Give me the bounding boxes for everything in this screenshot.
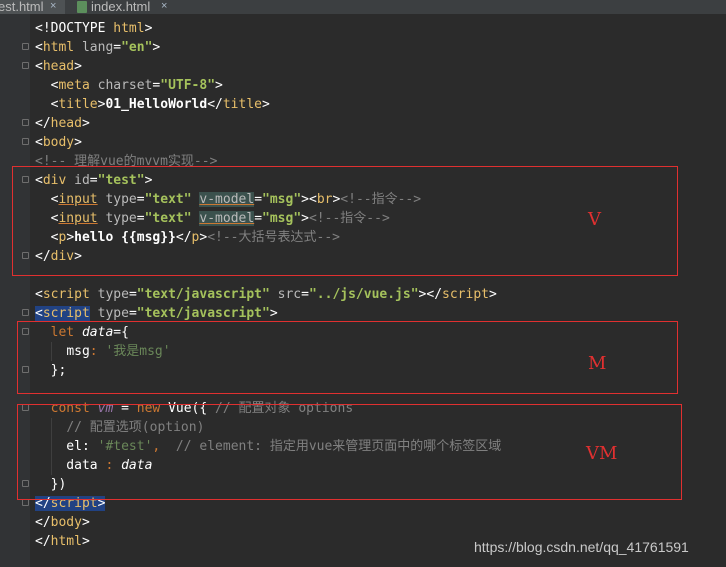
viewmodel-annotation-box [17,404,682,500]
code-line: <title>01_HelloWorld</title> [35,97,270,112]
model-label: M [588,353,607,374]
fold-marker-icon[interactable] [22,43,29,50]
fold-marker-icon[interactable] [22,62,29,69]
code-line: <html lang="en"> [35,40,161,55]
code-line: <body> [35,135,82,150]
close-icon[interactable]: × [50,0,56,13]
model-annotation-box [17,321,678,394]
watermark: https://blog.csdn.net/qq_41761591 [474,539,689,555]
html-file-icon [77,1,87,13]
fold-marker-icon[interactable] [22,138,29,145]
viewmodel-label: VM [586,443,618,464]
tab-test-html[interactable]: est.html × [0,0,65,14]
view-annotation-box [12,166,678,276]
tab-index-html[interactable]: index.html × [77,0,171,14]
code-line: </html> [35,534,90,549]
code-line: </body> [35,515,90,530]
code-line: </head> [35,116,90,131]
code-line: <meta charset="UTF-8"> [35,78,223,93]
code-line: <script type="text/javascript" src="../j… [35,287,497,302]
editor-tab-bar: est.html × index.html × [0,0,726,14]
fold-marker-icon[interactable] [22,309,29,316]
close-icon[interactable]: × [161,0,167,13]
fold-marker-icon[interactable] [22,499,29,506]
view-label: V [588,209,601,230]
code-line: <head> [35,59,82,74]
code-line: <!DOCTYPE html> [35,21,153,36]
tab-label: index.html [91,0,151,14]
fold-marker-icon[interactable] [22,119,29,126]
tab-label: est.html [0,0,44,14]
